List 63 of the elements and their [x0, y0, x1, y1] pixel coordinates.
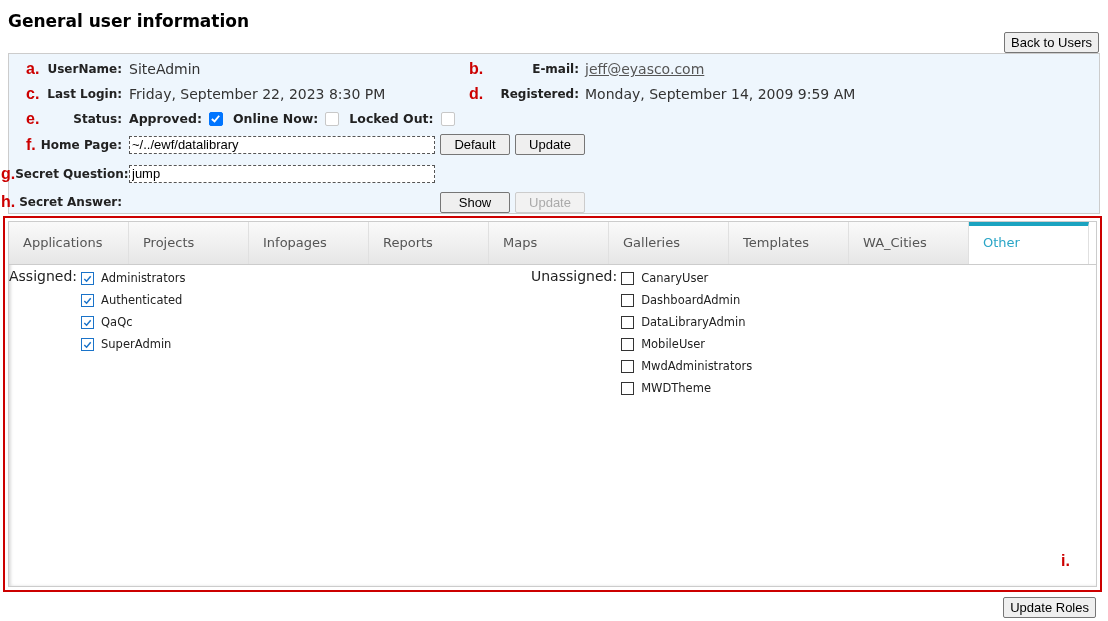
- status-label: Online Now:: [232, 111, 319, 126]
- role-name: MobileUser: [641, 337, 706, 351]
- field-value: SiteAdmin: [129, 60, 202, 77]
- status-label: Approved:: [129, 111, 202, 126]
- annotation-marker: f.: [26, 135, 36, 154]
- annotation-marker: a.: [26, 59, 40, 78]
- role-name: Administrators: [101, 271, 186, 285]
- field-label: Registered:: [500, 86, 579, 101]
- field-label: Home Page:: [40, 137, 122, 152]
- role-name: DashboardAdmin: [641, 293, 741, 307]
- annotation-marker: d.: [469, 84, 484, 103]
- secret-question-field[interactable]: jump: [129, 164, 435, 183]
- tab[interactable]: Galleries: [609, 222, 729, 264]
- role-name: CanaryUser: [641, 271, 709, 285]
- annotation-marker: b.: [469, 59, 484, 78]
- field-label: UserName:: [47, 61, 122, 76]
- back-to-users-button[interactable]: Back to Users: [1004, 32, 1099, 53]
- field-label: E-mail:: [532, 61, 579, 76]
- role-name: MwdAdministrators: [641, 359, 753, 373]
- home-page-field[interactable]: ~/../ewf/datalibrary: [129, 135, 435, 154]
- tab[interactable]: Reports: [369, 222, 489, 264]
- annotation-marker: g.: [1, 164, 16, 183]
- tab[interactable]: Maps: [489, 222, 609, 264]
- field-label: Secret Answer:: [19, 195, 122, 209]
- page-title: General user information: [7, 10, 251, 32]
- group-label: Unassigned:: [531, 267, 618, 286]
- email-link[interactable]: jeff@eyasco.com: [585, 61, 705, 77]
- annotation-marker: i.: [1061, 552, 1070, 570]
- role-checkbox[interactable]: [621, 293, 635, 307]
- role-name: SuperAdmin: [101, 337, 172, 351]
- field-value: Friday, September 22, 2023 8:30 PM: [129, 85, 387, 102]
- tab[interactable]: Infopages: [249, 222, 369, 264]
- tab[interactable]: Projects: [129, 222, 249, 264]
- status-checkbox[interactable]: [208, 111, 223, 126]
- update-roles-button[interactable]: Update Roles: [1003, 597, 1096, 618]
- role-checkbox[interactable]: [621, 359, 635, 373]
- role-checkbox[interactable]: [81, 315, 95, 329]
- role-checkbox[interactable]: [621, 381, 635, 395]
- tab[interactable]: WA_Cities: [849, 222, 969, 264]
- field-label: Status:: [73, 111, 122, 126]
- role-checkbox[interactable]: [621, 315, 635, 329]
- role-checkbox[interactable]: [81, 337, 95, 351]
- role-checkbox[interactable]: [621, 337, 635, 351]
- role-checkbox[interactable]: [81, 293, 95, 307]
- role-name: Authenticated: [101, 293, 183, 307]
- form-button[interactable]: Default: [440, 134, 510, 155]
- group-label: Assigned:: [9, 267, 78, 286]
- tab[interactable]: Applications: [9, 222, 129, 264]
- tab[interactable]: Templates: [729, 222, 849, 264]
- annotation-marker: e.: [26, 109, 40, 128]
- form-button[interactable]: Show: [440, 191, 510, 213]
- role-name: DataLibraryAdmin: [641, 315, 746, 329]
- form-button[interactable]: Update: [515, 134, 585, 155]
- annotation-marker: c.: [26, 84, 40, 103]
- status-label: Locked Out:: [349, 111, 434, 126]
- field-label: Secret Question:: [15, 166, 129, 181]
- role-name: QaQc: [101, 315, 133, 329]
- role-checkbox[interactable]: [81, 271, 95, 285]
- field-value: Monday, September 14, 2009 9:59 AM: [585, 85, 857, 102]
- role-checkbox[interactable]: [621, 271, 635, 285]
- field-label: Last Login:: [47, 86, 122, 101]
- role-name: MWDTheme: [641, 381, 711, 395]
- annotation-marker: h.: [1, 193, 16, 211]
